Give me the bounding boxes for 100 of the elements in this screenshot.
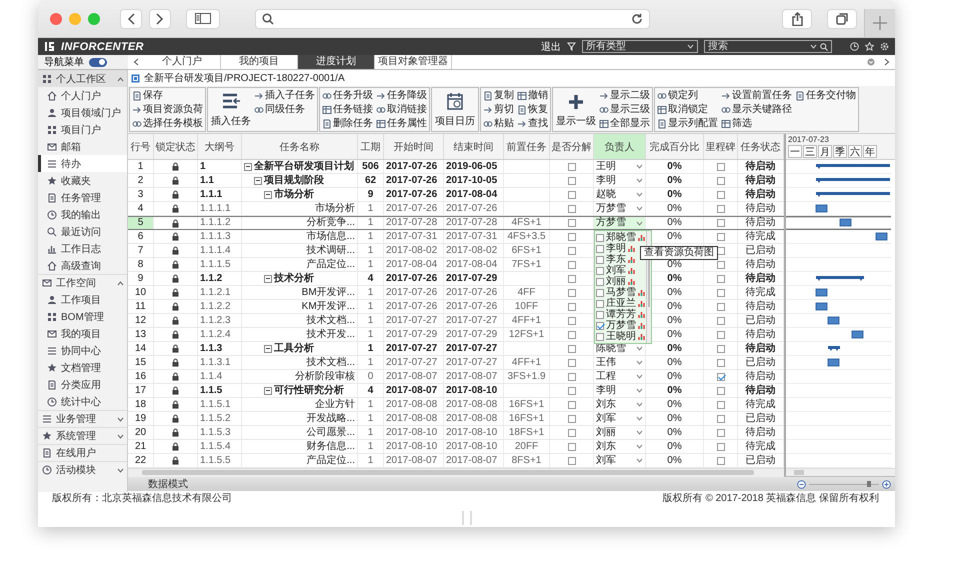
nav-item[interactable]: 邮箱 xyxy=(38,138,127,155)
toolbar-button[interactable]: 恢复 xyxy=(517,103,548,117)
nav-item[interactable]: 文档管理 xyxy=(38,359,127,376)
nav-group-header[interactable]: 工作空间 xyxy=(38,274,127,291)
task-bar[interactable] xyxy=(840,218,852,226)
collapse-toggle[interactable] xyxy=(254,176,262,184)
toolbar-button[interactable]: 取消链接 xyxy=(376,103,427,117)
reload-icon[interactable] xyxy=(631,12,643,24)
checkbox[interactable] xyxy=(568,219,576,227)
toggle-switch[interactable] xyxy=(89,58,107,66)
column-header[interactable]: 前置任务 xyxy=(504,134,550,159)
collapse-toggle[interactable] xyxy=(264,386,272,394)
horizontal-scrollbar[interactable] xyxy=(786,468,895,476)
checkbox[interactable] xyxy=(568,274,576,282)
row-number[interactable]: 7 xyxy=(128,244,154,257)
checkbox[interactable] xyxy=(568,176,576,184)
row-number[interactable]: 1 xyxy=(128,160,154,173)
toolbar-button[interactable]: 选择任务模板 xyxy=(132,117,203,131)
toolbar-button[interactable]: 显示二级 xyxy=(599,89,650,103)
row-number[interactable]: 14 xyxy=(128,342,154,355)
share-button[interactable] xyxy=(782,8,812,28)
dropdown-option[interactable]: 刘军 xyxy=(596,265,645,276)
row-number[interactable]: 2 xyxy=(128,174,154,187)
row-number[interactable]: 22 xyxy=(128,454,154,467)
nav-item[interactable]: 工作日志 xyxy=(38,240,127,257)
checkbox[interactable] xyxy=(716,162,724,170)
nav-item[interactable]: 最近访问 xyxy=(38,223,127,240)
checkbox[interactable] xyxy=(716,274,724,282)
toolbar-button[interactable]: 撤销 xyxy=(517,89,548,103)
toolbar-button[interactable]: 保存 xyxy=(132,89,203,103)
column-header[interactable]: 负责人 xyxy=(594,134,646,159)
toolbar-button[interactable]: 复制 xyxy=(483,89,514,103)
forward-button[interactable] xyxy=(149,8,171,28)
checkbox[interactable] xyxy=(716,330,724,338)
column-header[interactable]: 大纲号 xyxy=(198,134,242,159)
checkbox[interactable] xyxy=(716,386,724,394)
mode-tab[interactable]: 数据模式 xyxy=(142,478,194,490)
checkbox[interactable] xyxy=(568,190,576,198)
checkbox[interactable] xyxy=(568,400,576,408)
close-button[interactable] xyxy=(50,12,62,24)
checkbox[interactable] xyxy=(568,358,576,366)
column-header[interactable]: 任务状态 xyxy=(738,134,784,159)
owner-dropdown[interactable]: 刘东 xyxy=(596,440,643,452)
dropdown-option[interactable]: 郑晓雪 xyxy=(596,232,645,243)
nav-group-header[interactable]: 活动模块 xyxy=(38,461,127,478)
nav-item[interactable]: 我的项目 xyxy=(38,325,127,342)
dropdown-option[interactable]: 王晓明 xyxy=(596,331,645,342)
tabs-button[interactable] xyxy=(827,8,857,28)
checkbox[interactable] xyxy=(596,300,604,308)
type-select[interactable]: 所有类型 xyxy=(582,40,698,53)
owner-dropdown[interactable]: 刘东 xyxy=(596,398,643,410)
task-bar[interactable] xyxy=(852,330,864,338)
timescale-button[interactable]: 月 xyxy=(818,145,832,158)
nav-group-header[interactable]: 个人工作区 xyxy=(38,70,127,87)
summary-bar[interactable] xyxy=(816,178,890,183)
checkbox[interactable] xyxy=(716,316,724,324)
task-bar[interactable] xyxy=(828,358,840,366)
owner-dropdown[interactable]: 万梦雪 xyxy=(596,202,643,214)
checkbox[interactable] xyxy=(716,372,724,380)
owner-dropdown[interactable]: 工程 xyxy=(596,370,643,382)
address-field[interactable] xyxy=(255,8,650,28)
nav-item[interactable]: 工作项目 xyxy=(38,291,127,308)
checkbox[interactable] xyxy=(596,278,604,286)
row-number[interactable]: 4 xyxy=(128,202,154,215)
checkbox[interactable] xyxy=(568,246,576,254)
checkbox[interactable] xyxy=(596,332,604,340)
summary-bar[interactable] xyxy=(816,276,864,281)
row-number[interactable]: 9 xyxy=(128,272,154,285)
checkbox[interactable] xyxy=(716,204,724,212)
task-bar[interactable] xyxy=(816,288,828,296)
toolbar-button[interactable]: 粘贴 xyxy=(483,117,514,131)
checkbox[interactable] xyxy=(716,176,724,184)
toolbar-button[interactable]: 项目日历 xyxy=(434,89,476,130)
nav-group-header[interactable]: 系统管理 xyxy=(38,427,127,444)
column-header[interactable]: 完成百分比 xyxy=(646,134,704,159)
zoom-out-icon[interactable] xyxy=(797,480,806,488)
zoom-button[interactable] xyxy=(88,12,100,24)
checkbox[interactable] xyxy=(596,310,604,318)
checkbox[interactable] xyxy=(568,414,576,422)
search-field[interactable]: 搜索 xyxy=(704,40,832,53)
toolbar-button[interactable]: 显示一级 xyxy=(555,89,597,130)
summary-bar[interactable] xyxy=(816,192,890,197)
row-number[interactable]: 16 xyxy=(128,370,154,383)
checkbox[interactable] xyxy=(568,344,576,352)
owner-dropdown[interactable]: 刘军 xyxy=(596,412,643,424)
row-number[interactable]: 6 xyxy=(128,230,154,243)
timescale-button[interactable]: 三 xyxy=(803,145,817,158)
tab-list-icon[interactable] xyxy=(867,58,875,66)
timescale-button[interactable]: 六 xyxy=(848,145,862,158)
checkbox[interactable] xyxy=(568,232,576,240)
checkbox[interactable] xyxy=(568,316,576,324)
checkbox[interactable] xyxy=(568,442,576,450)
toolbar-button[interactable]: 筛选 xyxy=(721,117,792,131)
column-header[interactable]: 任务名称 xyxy=(242,134,358,159)
checkbox[interactable] xyxy=(716,260,724,268)
nav-item[interactable]: 收藏夹 xyxy=(38,172,127,189)
back-button[interactable] xyxy=(120,8,142,28)
minimize-button[interactable] xyxy=(69,12,81,24)
checkbox[interactable] xyxy=(716,358,724,366)
timescale-button[interactable]: 一 xyxy=(788,145,802,158)
